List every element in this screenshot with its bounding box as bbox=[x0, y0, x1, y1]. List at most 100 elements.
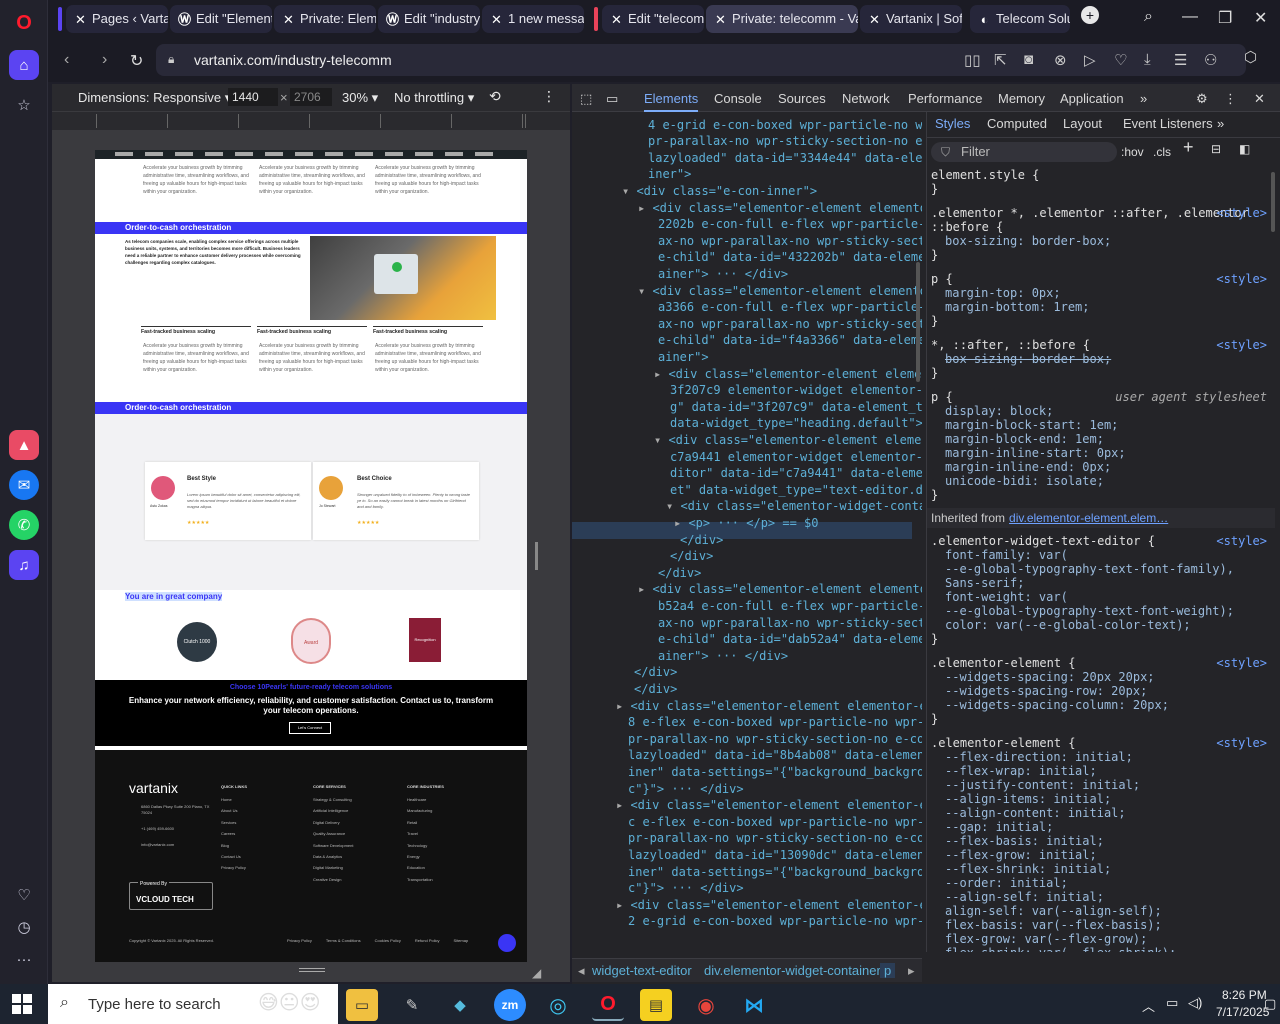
styles-filter-input[interactable]: ⛉ Filter bbox=[931, 142, 1117, 162]
footer-link[interactable]: Digital Marketing bbox=[313, 862, 353, 873]
style-property[interactable]: margin-inline-start: 0px; bbox=[931, 446, 1271, 460]
style-property[interactable]: --flex-wrap: initial; bbox=[931, 764, 1271, 778]
style-property[interactable]: margin-bottom: 1rem; bbox=[931, 300, 1271, 314]
footer-link[interactable]: Technology bbox=[407, 840, 433, 851]
style-property[interactable]: --flex-grow: initial; bbox=[931, 848, 1271, 862]
dom-node-line[interactable]: ▾ <div class="elementor-element elemen bbox=[654, 432, 922, 449]
style-property[interactable]: unicode-bidi: isolate; bbox=[931, 474, 1271, 488]
more-tabs-icon[interactable]: » bbox=[1217, 117, 1224, 131]
edge-icon[interactable]: ◎ bbox=[542, 989, 574, 1021]
history-icon[interactable]: ◷ bbox=[9, 912, 39, 942]
paint-icon[interactable]: ✎ bbox=[396, 989, 428, 1021]
style-property[interactable]: --justify-content: initial; bbox=[931, 778, 1271, 792]
devtools-tab-application[interactable]: Application bbox=[1060, 91, 1124, 106]
style-property[interactable]: --gap: initial; bbox=[931, 820, 1271, 834]
vscode-icon[interactable]: ⋈ bbox=[738, 989, 770, 1021]
dom-node-line[interactable]: ▾ <div class="elementor-widget-conta bbox=[666, 498, 922, 515]
tab-7[interactable]: ✕ Vartanix | Soft bbox=[860, 5, 962, 33]
devtools-tab-memory[interactable]: Memory bbox=[998, 91, 1045, 106]
dom-node-line[interactable]: pr-parallax-no wpr-sticky-section-no e-c… bbox=[648, 133, 922, 150]
maximize-icon[interactable]: ❐ bbox=[1218, 8, 1232, 28]
camera-icon[interactable]: ◙ bbox=[1024, 51, 1033, 68]
chat-bubble-icon[interactable] bbox=[498, 934, 516, 952]
style-property[interactable]: --order: initial; bbox=[931, 876, 1271, 890]
devtools-tab-elements[interactable]: Elements bbox=[644, 91, 699, 112]
dom-node-line[interactable]: e-child" data-id="432202b" data-elemen bbox=[658, 249, 922, 266]
style-property[interactable]: margin-block-end: 1em; bbox=[931, 432, 1271, 446]
search-icon[interactable]: ⌕ bbox=[1144, 8, 1153, 26]
dom-node-line[interactable]: c"}"> ··· </div> bbox=[628, 880, 744, 897]
style-property[interactable]: --align-content: initial; bbox=[931, 806, 1271, 820]
style-property[interactable]: font-family: var( bbox=[931, 548, 1271, 562]
style-property[interactable]: color: var(--e-global-color-text); bbox=[931, 618, 1271, 632]
footer-link[interactable]: Quality Assurance bbox=[313, 828, 353, 839]
dom-node-line[interactable]: e-child" data-id="dab52a4" data-elemen bbox=[658, 631, 922, 648]
footer-link[interactable]: Energy bbox=[407, 851, 433, 862]
throttling-dropdown[interactable]: No throttling ▾ bbox=[394, 90, 474, 106]
rotate-icon[interactable]: ⟲ bbox=[489, 88, 501, 105]
player-icon[interactable]: ♫ bbox=[9, 550, 39, 580]
dom-node-line[interactable]: lazyloaded" data-id="8b4ab08" data-eleme… bbox=[628, 747, 922, 764]
chrome-icon[interactable]: ◉ bbox=[690, 989, 722, 1021]
extensions-icon[interactable]: ⬡ bbox=[1244, 48, 1257, 66]
whatsapp-icon[interactable]: ✆ bbox=[9, 510, 39, 540]
tab-1[interactable]: Ⓦ Edit "Elementi bbox=[170, 5, 272, 33]
style-property[interactable]: --flex-direction: initial; bbox=[931, 750, 1271, 764]
dom-node-line[interactable]: ▸ <div class="elementor-element elemen bbox=[654, 366, 922, 383]
breadcrumb-item[interactable]: p bbox=[880, 963, 896, 978]
zoom-dropdown[interactable]: 30% ▾ bbox=[342, 90, 378, 106]
dom-node-line[interactable]: ▸ <p> ··· </p> == $0 bbox=[674, 515, 819, 532]
style-property[interactable]: margin-top: 0px; bbox=[931, 286, 1271, 300]
dom-node-line[interactable]: ▸ <div class="elementor-element elemento… bbox=[616, 698, 922, 715]
dom-node-line[interactable]: pr-parallax-no wpr-sticky-section-no e-c… bbox=[628, 731, 922, 748]
style-property[interactable]: align-self: var(--align-self); bbox=[931, 904, 1271, 918]
home-icon[interactable]: ⌂ bbox=[9, 50, 39, 80]
back-icon[interactable]: ‹ bbox=[64, 51, 69, 69]
rule-source-link[interactable]: user agent stylesheet bbox=[1115, 390, 1267, 404]
new-tab-button[interactable]: + bbox=[1081, 6, 1099, 24]
dom-node-line[interactable]: iner" data-settings="{"background_backgr… bbox=[628, 764, 922, 781]
new-rule-icon[interactable]: + bbox=[1183, 138, 1194, 156]
rule-source-link[interactable]: <style> bbox=[1216, 272, 1267, 286]
dom-node-line[interactable]: ainer"> ··· </div> bbox=[658, 266, 788, 283]
footer-link[interactable]: Digital Delivery bbox=[313, 817, 353, 828]
dom-node-line[interactable]: ▾ <div class="elementor-element elemento bbox=[638, 283, 922, 300]
footer-link[interactable]: Home bbox=[221, 794, 246, 805]
style-property[interactable]: --e-global-typography-text-font-weight); bbox=[931, 604, 1271, 618]
dom-node-line[interactable]: c e-flex e-con-boxed wpr-particle-no wpr… bbox=[628, 814, 922, 831]
tab-0[interactable]: ✕Pages ‹ Vartan bbox=[66, 5, 168, 33]
dom-node-line[interactable]: a3366 e-con-full e-flex wpr-particle-n bbox=[658, 299, 922, 316]
dom-node-line[interactable]: c"}"> ··· </div> bbox=[628, 781, 744, 798]
easy-setup-icon[interactable]: ☰ bbox=[1174, 51, 1187, 69]
hov-button[interactable]: :hov bbox=[1121, 145, 1144, 159]
footer-link[interactable]: Travel bbox=[407, 828, 433, 839]
tab-4[interactable]: ✕ 1 new messag bbox=[482, 5, 584, 33]
download-icon[interactable]: ⤓ bbox=[1144, 51, 1151, 68]
devtools-tab-network[interactable]: Network bbox=[842, 91, 890, 106]
cls-button[interactable]: .cls bbox=[1153, 145, 1171, 159]
device-mode-icon[interactable]: ▭ bbox=[606, 91, 618, 107]
style-property[interactable]: --widgets-spacing: 20px 20px; bbox=[931, 670, 1271, 684]
opera-taskbar-icon[interactable]: O bbox=[592, 989, 624, 1021]
dom-node-line[interactable]: ainer"> ··· </div> bbox=[658, 648, 788, 665]
footer-bottom-link[interactable]: Sitemap bbox=[454, 938, 469, 943]
inherited-from-link[interactable]: div.elementor-element.elem… bbox=[1009, 511, 1168, 525]
styles-tab-layout[interactable]: Layout bbox=[1063, 117, 1102, 131]
breadcrumb-item[interactable]: widget-text-editor bbox=[592, 963, 692, 978]
dom-node-line[interactable]: </div> bbox=[634, 664, 677, 681]
dom-node-line[interactable]: iner"> bbox=[648, 166, 691, 183]
tray-chevron-icon[interactable]: ︿ bbox=[1142, 996, 1155, 1015]
style-property[interactable]: flex-grow: var(--flex-grow); bbox=[931, 932, 1271, 946]
cta-button[interactable]: Let's Connect bbox=[289, 722, 331, 734]
styles-tab-computed[interactable]: Computed bbox=[987, 117, 1047, 131]
profile-icon[interactable]: ⚇ bbox=[1204, 51, 1217, 69]
dimensions-dropdown[interactable]: Dimensions: Responsive ▾ bbox=[78, 90, 231, 106]
dom-node-line[interactable]: ditor" data-id="c7a9441" data-elemen bbox=[670, 465, 922, 482]
dom-node-line[interactable]: b52a4 e-con-full e-flex wpr-particle-n bbox=[658, 598, 922, 615]
breadcrumb-item[interactable]: div.elementor-widget-container bbox=[704, 963, 881, 978]
resize-handle-bottom[interactable] bbox=[299, 968, 325, 972]
footer-link[interactable]: Creative Design bbox=[313, 874, 353, 885]
dom-node-line[interactable]: et" data-widget_type="text-editor.de bbox=[670, 482, 922, 499]
dom-node-line[interactable]: </div> bbox=[670, 548, 713, 565]
opera-logo-icon[interactable]: O bbox=[9, 8, 39, 38]
